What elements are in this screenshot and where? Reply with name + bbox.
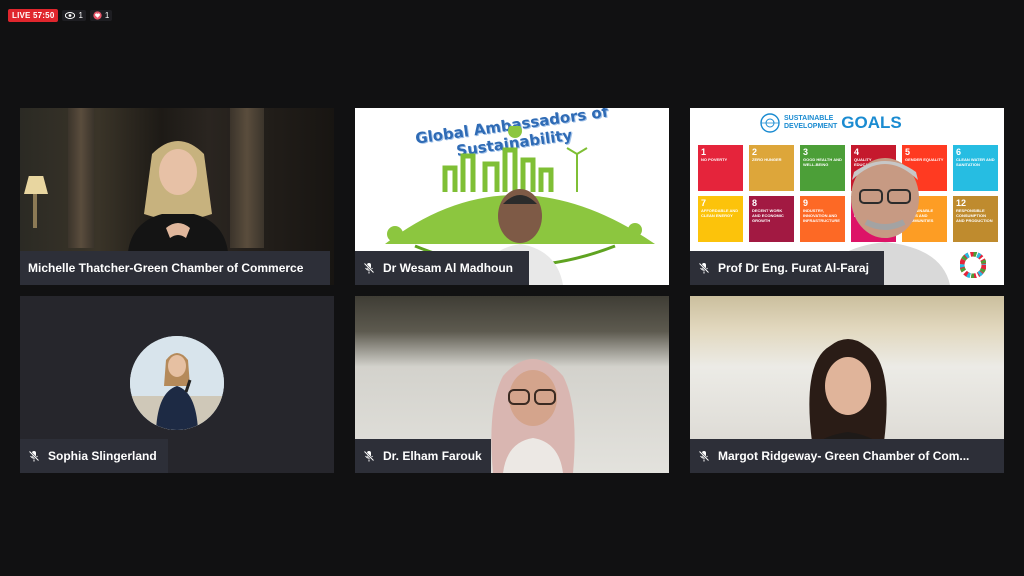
mic-muted-icon	[363, 450, 375, 462]
participant-name: Michelle Thatcher-Green Chamber of Comme…	[28, 261, 304, 275]
sdg-tile: 12 RESPONSIBLE CONSUMPTION AND PRODUCTION	[953, 196, 998, 242]
sdg-goals-word: GOALS	[841, 113, 902, 132]
participant-name: Sophia Slingerland	[48, 449, 157, 463]
eye-icon	[65, 12, 76, 19]
viewer-count-value: 1	[78, 11, 83, 20]
sdg-tile: 7 AFFORDABLE AND CLEAN ENERGY	[698, 196, 743, 242]
sdg-tile: 6 CLEAN WATER AND SANITATION	[953, 145, 998, 191]
like-count-value: 1	[104, 11, 110, 20]
sdg-tile: 1 NO POVERTY	[698, 145, 743, 191]
sdg-header: SUSTAINABLE DEVELOPMENT GOALS	[760, 113, 902, 133]
participant-video-elham	[491, 359, 575, 473]
mic-muted-icon	[698, 450, 710, 462]
live-timer-badge: LIVE 57:50	[8, 9, 59, 22]
video-tile-wesam-al-madhoun[interactable]: Global Ambassadors of Sustainability Dr …	[355, 108, 669, 285]
video-tile-margot-ridgeway[interactable]: Margot Ridgeway- Green Chamber of Com...	[690, 296, 1004, 473]
heart-icon	[93, 11, 102, 20]
sdg-tile: 2 ZERO HUNGER	[749, 145, 794, 191]
live-status-bar: LIVE 57:50 1 1	[8, 9, 113, 22]
participant-name: Prof Dr Eng. Furat Al-Faraj	[718, 261, 869, 275]
video-tile-elham-farouk[interactable]: Dr. Elham Farouk	[355, 296, 669, 473]
mic-muted-icon	[698, 262, 710, 274]
participant-name: Dr. Elham Farouk	[383, 449, 482, 463]
lamp	[24, 176, 48, 194]
video-tile-furat-al-faraj[interactable]: SUSTAINABLE DEVELOPMENT GOALS 1 NO POVERT…	[690, 108, 1004, 285]
nameplate: Sophia Slingerland	[20, 439, 168, 473]
video-tile-sophia-slingerland[interactable]: Sophia Slingerland	[20, 296, 334, 473]
nameplate: Margot Ridgeway- Green Chamber of Com...	[690, 439, 1004, 473]
nameplate: Dr. Elham Farouk	[355, 439, 491, 473]
participant-name: Margot Ridgeway- Green Chamber of Com...	[718, 449, 970, 463]
nameplate: Dr Wesam Al Madhoun	[355, 251, 529, 285]
like-count: 1	[89, 10, 113, 21]
avatar	[130, 336, 224, 430]
nameplate: Michelle Thatcher-Green Chamber of Comme…	[20, 251, 330, 285]
video-tile-michelle-thatcher[interactable]: Michelle Thatcher-Green Chamber of Comme…	[20, 108, 334, 285]
sdg-wheel-icon	[960, 252, 986, 278]
viewer-count: 1	[62, 10, 86, 21]
nameplate: Prof Dr Eng. Furat Al-Faraj	[690, 251, 884, 285]
mic-muted-icon	[28, 450, 40, 462]
participant-video-michelle	[128, 141, 228, 252]
un-emblem-icon	[760, 113, 780, 133]
mic-muted-icon	[363, 262, 375, 274]
sdg-tile: 8 DECENT WORK AND ECONOMIC GROWTH	[749, 196, 794, 242]
participant-name: Dr Wesam Al Madhoun	[383, 261, 514, 275]
